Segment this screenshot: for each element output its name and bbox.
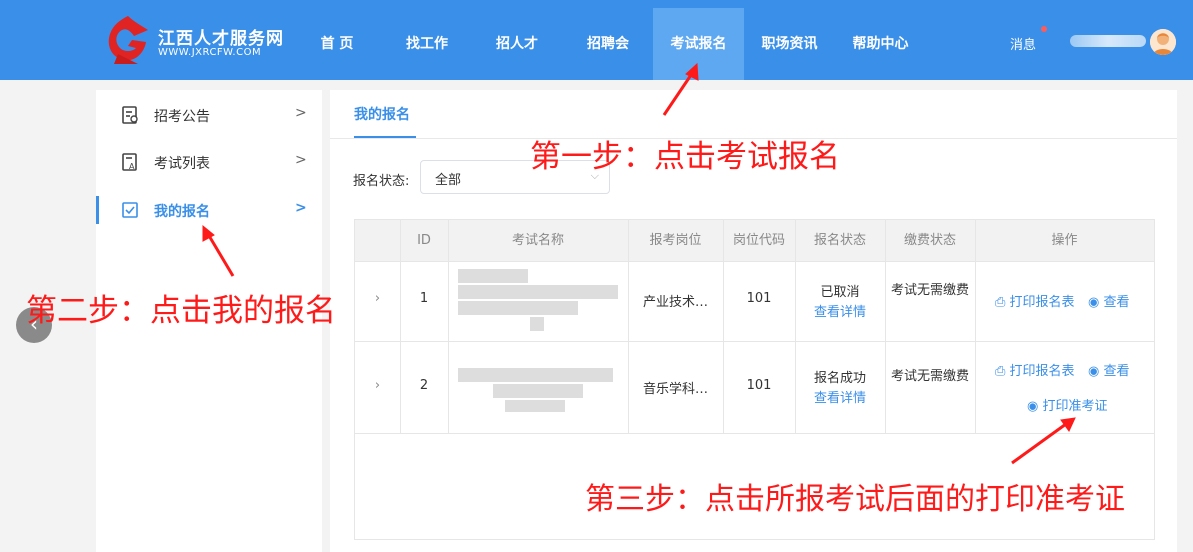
arrow-step1-icon: [662, 62, 699, 116]
arrow-step2-icon: [202, 224, 235, 277]
annotation-arrows: [202, 62, 1076, 465]
arrow-step3-icon: [1011, 417, 1076, 465]
